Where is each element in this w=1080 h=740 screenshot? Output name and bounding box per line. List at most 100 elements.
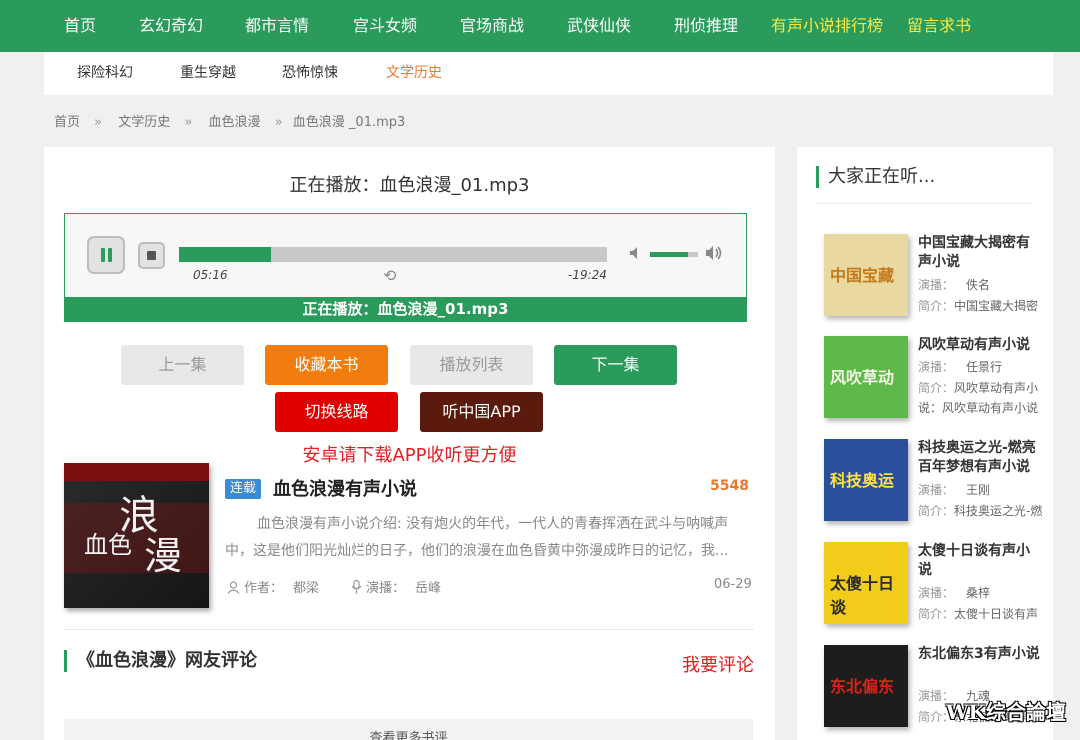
list-item-intro: 简介：科技奥运之光-燃亮百年梦想	[918, 501, 1044, 523]
narrator-name: 佚名	[966, 278, 991, 292]
list-item-narrator: 演播： 桑梓	[918, 584, 990, 601]
top-nav: 首页 玄幻奇幻 都市言情 宫斗女频 官场商战 武侠仙侠 刑侦推理 有声小说排行榜…	[0, 0, 1080, 52]
prev-episode-button[interactable]: 上一集	[121, 345, 244, 385]
narrator-label: 演播：	[918, 586, 955, 600]
list-item-intro: 简介：中国宝藏大揭密有声小说	[918, 296, 1044, 318]
sidebar-heading: 大家正在听...	[816, 166, 935, 188]
narrator-label: 演播：	[918, 483, 955, 497]
progress-bar[interactable]	[179, 247, 607, 262]
book-thumbnail[interactable]: 科技奥运	[824, 439, 908, 521]
thumbnail-text: 太傻十日谈	[830, 574, 895, 617]
next-episode-button[interactable]: 下一集	[554, 345, 677, 385]
list-item-title[interactable]: 太傻十日谈有声小说	[918, 542, 1040, 580]
list-item[interactable]: 太傻十日谈 太傻十日谈有声小说 演播： 桑梓 简介：太傻十日谈有声小说	[824, 542, 1044, 626]
narrator-name: 任景行	[966, 360, 1003, 374]
book-title[interactable]: 血色浪漫有声小说	[273, 475, 417, 501]
list-item[interactable]: 中国宝藏 中国宝藏大揭密有声小说 演播： 佚名 简介：中国宝藏大揭密有声小说	[824, 234, 1044, 318]
volume-fill	[650, 252, 689, 257]
book-thumbnail[interactable]: 东北偏东	[824, 645, 908, 727]
nav-item-detective[interactable]: 刑侦推理	[674, 0, 738, 52]
narrator-label: 演播：	[918, 360, 955, 374]
nav-item-urban-romance[interactable]: 都市言情	[245, 0, 309, 52]
narrator-name: 王刚	[966, 483, 991, 497]
book-thumbnail[interactable]: 太傻十日谈	[824, 542, 908, 624]
nav-item-fantasy[interactable]: 玄幻奇幻	[139, 0, 203, 52]
list-item-narrator: 演播： 佚名	[918, 276, 990, 293]
book-narrator: 演播： 岳峰	[351, 577, 441, 596]
app-button[interactable]: 听中国APP	[420, 392, 543, 432]
stop-button[interactable]	[138, 242, 165, 269]
list-item[interactable]: 科技奥运 科技奥运之光-燃亮百年梦想有声小说 演播： 王刚 简介：科技奥运之光-燃…	[824, 439, 1044, 523]
status-badge: 连载	[225, 479, 262, 499]
breadcrumb-separator: »	[274, 115, 283, 130]
microphone-icon	[351, 580, 362, 594]
nav-item-rankings[interactable]: 有声小说排行榜	[771, 0, 883, 52]
book-description: 血色浪漫有声小说介绍: 没有炮火的年代，一代人的青春挥洒在武斗与呐喊声中，这是他…	[225, 516, 729, 559]
volume-mute-icon[interactable]	[628, 245, 644, 261]
now-playing-title: 正在播放：血色浪漫_01.mp3	[289, 175, 530, 196]
subnav-item-rebirth[interactable]: 重生穿越	[180, 52, 236, 95]
nav-item-palace[interactable]: 宫斗女频	[353, 0, 417, 52]
list-item-title[interactable]: 中国宝藏大揭密有声小说	[918, 234, 1040, 272]
intro-label: 简介：	[918, 299, 955, 313]
subnav-item-scifi[interactable]: 探险科幻	[77, 52, 133, 95]
subnav-item-history[interactable]: 文学历史	[386, 52, 442, 95]
repeat-icon[interactable]: ⟲	[383, 266, 396, 285]
author-label: 作者：	[244, 581, 284, 596]
book-author: 作者： 都梁	[227, 577, 319, 596]
thumbnail-text: 中国宝藏	[830, 266, 895, 285]
write-review-link[interactable]: 我要评论	[634, 651, 754, 677]
subnav-item-horror[interactable]: 恐怖惊悚	[282, 52, 338, 95]
divider	[816, 203, 1031, 204]
current-time: 05:16	[193, 268, 228, 282]
breadcrumb-current: 血色浪漫 _01.mp3	[292, 115, 406, 130]
intro-label: 简介：	[918, 607, 955, 621]
list-item-title[interactable]: 东北偏东3有声小说	[918, 645, 1040, 664]
intro-label: 简介：	[918, 381, 955, 395]
playlist-button[interactable]: 播放列表	[410, 345, 533, 385]
more-reviews-button[interactable]: 查看更多书评	[64, 719, 753, 740]
cover-text: 漫	[144, 534, 183, 578]
play-count: 5548	[710, 478, 749, 494]
divider	[64, 629, 753, 630]
breadcrumb-book[interactable]: 血色浪漫	[209, 115, 261, 130]
narrator-name[interactable]: 岳峰	[415, 581, 441, 596]
list-item-narrator: 演播： 王刚	[918, 481, 990, 498]
nav-item-business[interactable]: 官场商战	[460, 0, 524, 52]
player-status-bar: 正在播放：血色浪漫_01.mp3	[64, 297, 747, 322]
cover-text: 血色	[84, 531, 132, 559]
audio-player: 05:16 ⟲ -19:24 正在播放：血色浪漫_01.mp3	[64, 213, 747, 322]
nav-item-home[interactable]: 首页	[64, 0, 96, 52]
intro-label: 简介：	[918, 504, 955, 518]
list-item-intro: 简介：风吹草动有声小说：风吹草动有声小说	[918, 378, 1044, 420]
sidebar: 大家正在听... 中国宝藏 中国宝藏大揭密有声小说 演播： 佚名 简介：中国宝藏大…	[797, 147, 1053, 740]
narrator-label: 演播：	[918, 278, 955, 292]
narrator-label: 演播：	[366, 581, 406, 596]
favorite-button[interactable]: 收藏本书	[265, 345, 388, 385]
reviews-heading: 《血色浪漫》网友评论	[64, 650, 257, 672]
volume-slider[interactable]	[650, 252, 698, 257]
volume-max-icon[interactable]	[705, 244, 725, 262]
watermark: WK综合論壇	[946, 700, 1066, 724]
list-item-title[interactable]: 风吹草动有声小说	[918, 336, 1040, 355]
list-item[interactable]: 风吹草动 风吹草动有声小说 演播： 任景行 简介：风吹草动有声小说：风吹草动有声小…	[824, 336, 1044, 420]
switch-route-button[interactable]: 切换线路	[275, 392, 398, 432]
breadcrumb-home[interactable]: 首页	[54, 115, 80, 130]
breadcrumb-separator: »	[94, 115, 103, 130]
narrator-name: 桑梓	[966, 586, 991, 600]
pause-button[interactable]	[87, 236, 125, 274]
thumbnail-text: 科技奥运	[830, 471, 895, 490]
cover-stripe	[64, 463, 209, 481]
sub-nav: 探险科幻 重生穿越 恐怖惊悚 文学历史	[44, 52, 1053, 95]
thumbnail-text: 东北偏东	[830, 677, 895, 696]
book-thumbnail[interactable]: 中国宝藏	[824, 234, 908, 316]
book-cover[interactable]: 浪 血色 漫	[64, 463, 209, 608]
book-thumbnail[interactable]: 风吹草动	[824, 336, 908, 418]
list-item-title[interactable]: 科技奥运之光-燃亮百年梦想有声小说	[918, 439, 1040, 477]
breadcrumb: 首页 » 文学历史 » 血色浪漫 » 血色浪漫 _01.mp3	[54, 111, 415, 130]
nav-item-request[interactable]: 留言求书	[907, 0, 971, 52]
breadcrumb-category[interactable]: 文学历史	[118, 115, 170, 130]
thumbnail-text: 风吹草动	[830, 368, 895, 387]
nav-item-wuxia[interactable]: 武侠仙侠	[567, 0, 631, 52]
author-name[interactable]: 都梁	[293, 581, 319, 596]
